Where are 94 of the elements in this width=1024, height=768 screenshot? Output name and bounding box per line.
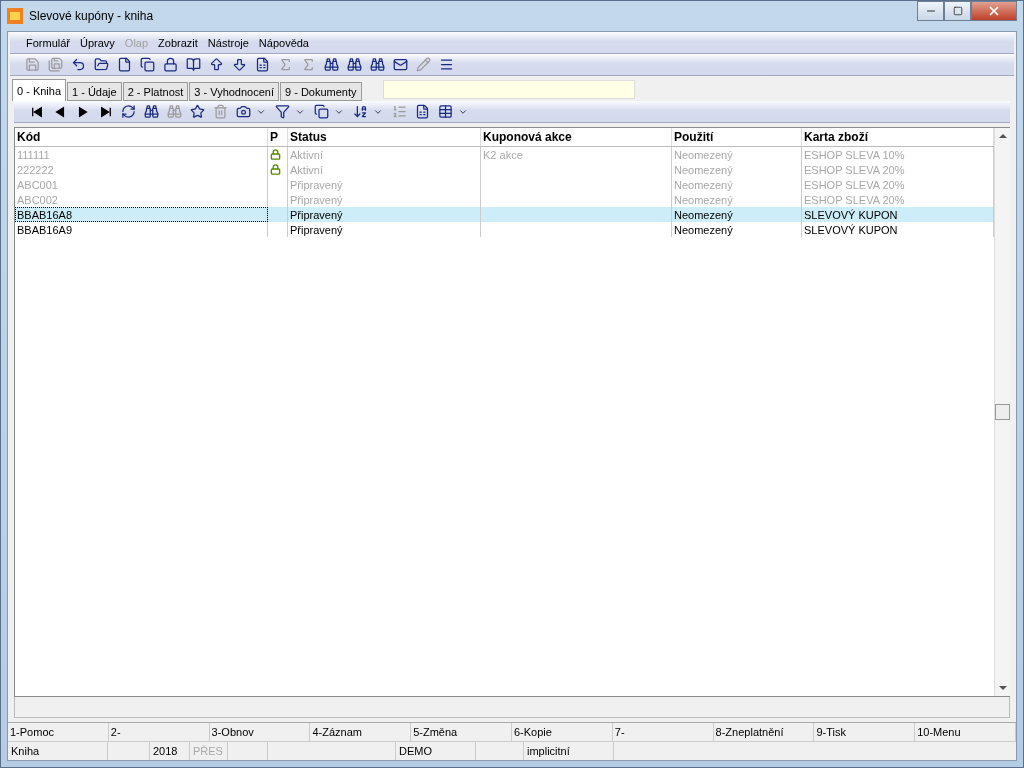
book-icon — [186, 57, 201, 72]
triangle-right-icon — [76, 105, 89, 118]
table-cell: Připravený — [288, 222, 481, 237]
function-key-button[interactable]: 8-Zneplatnění — [713, 723, 815, 741]
copy-icon — [314, 104, 329, 119]
scroll-down-icon[interactable] — [998, 684, 1007, 692]
maximize-icon — [952, 6, 963, 16]
function-key-button[interactable]: 6-Kopie — [512, 723, 613, 741]
tab[interactable]: 2 - Platnost — [122, 82, 189, 101]
table-cell: Aktivní — [288, 162, 481, 177]
triangle-right-icon — [99, 105, 112, 118]
table-cell: BBAB16A9 — [15, 222, 268, 237]
table-cell: ABC001 — [15, 177, 268, 192]
column-header[interactable]: Status — [288, 128, 481, 146]
table-cell: Neomezený — [672, 207, 802, 222]
arrow-up-icon — [209, 57, 224, 72]
table-cell: Připravený — [288, 177, 481, 192]
tab[interactable]: 0 - Kniha — [12, 79, 67, 101]
trash-icon — [213, 104, 228, 119]
binoculars-icon — [370, 57, 385, 72]
close-icon — [987, 4, 1001, 18]
menu-icon — [439, 57, 454, 72]
tab[interactable]: 1 - Údaje — [67, 82, 122, 101]
minimize-button[interactable] — [917, 1, 944, 21]
input-field[interactable] — [382, 80, 635, 99]
table-cell: Neomezený — [672, 147, 802, 162]
function-key-button[interactable]: 10-Menu — [915, 723, 1016, 741]
save-all-icon — [48, 57, 63, 72]
table-cell: Neomezený — [672, 177, 802, 192]
save-icon — [25, 57, 40, 72]
list-icon — [392, 104, 407, 119]
table-cell: BBAB16A8 — [15, 207, 268, 222]
undo-icon — [71, 57, 86, 72]
menu-item[interactable]: Zobrazit — [154, 36, 202, 49]
function-key-button[interactable]: 4-Záznam — [310, 723, 412, 741]
table-cell: Aktivní — [288, 147, 481, 162]
function-key-button[interactable]: 2- — [108, 723, 210, 741]
status-field: PŘES — [190, 742, 228, 760]
binoculars-icon — [324, 57, 339, 72]
refresh-icon — [121, 104, 136, 119]
column-header[interactable]: Kód — [15, 128, 268, 146]
function-key-button[interactable]: 9-Tisk — [814, 723, 916, 741]
scrollbar[interactable] — [994, 128, 1010, 696]
star-icon — [190, 104, 205, 119]
mail-icon — [393, 57, 408, 72]
status-field: DEMO — [396, 742, 476, 760]
menu-item[interactable]: Nápověda — [254, 36, 313, 49]
pencil-icon — [416, 57, 431, 72]
status-field: Kniha — [8, 742, 108, 760]
table-row[interactable]: BBAB16A8 Připravený Neomezený SLEVOVÝ KUPON — [15, 207, 994, 222]
table-icon — [438, 104, 453, 119]
file-icon — [117, 57, 132, 72]
tab[interactable]: 3 - Vyhodnocení — [189, 82, 279, 101]
copy-icon — [140, 57, 155, 72]
app-logo-icon — [7, 8, 23, 24]
spreadsheet-icon — [415, 104, 430, 119]
tab[interactable]: 9 - Dokumenty — [280, 82, 362, 101]
maximize-button[interactable] — [944, 1, 971, 21]
camera-icon — [236, 104, 251, 119]
function-key-button[interactable]: 3-Obnov — [209, 723, 311, 741]
status-field: 2018 — [150, 742, 190, 760]
folder-icon — [94, 57, 109, 72]
function-key-button[interactable]: 7- — [612, 723, 714, 741]
menu-item[interactable]: Nástroje — [203, 36, 253, 49]
table-cell: K2 akce — [481, 147, 672, 162]
window-title: Slevové kupóny - kniha — [29, 9, 155, 23]
table-cell: Neomezený — [672, 222, 802, 237]
triangle-left-icon — [30, 105, 43, 118]
status-field: implicitní — [524, 742, 614, 760]
lock-icon — [163, 57, 178, 72]
function-key-button[interactable]: 5-Změna — [411, 723, 512, 741]
column-header[interactable]: Použití — [672, 128, 802, 146]
sort-icon — [353, 104, 368, 119]
sigma-icon — [301, 57, 316, 72]
table-cell: Neomezený — [672, 162, 802, 177]
function-key-button[interactable]: 1-Pomoc — [8, 723, 109, 741]
scroll-up-icon[interactable] — [998, 132, 1007, 140]
table-cell: Připravený — [288, 207, 481, 222]
close-button[interactable] — [971, 1, 1017, 21]
arrow-down-icon — [232, 57, 247, 72]
table-cell: 222222 — [15, 162, 268, 177]
menu-item[interactable]: Úpravy — [76, 36, 119, 49]
filter-icon — [275, 104, 290, 119]
binoculars-icon — [144, 104, 159, 119]
binoculars-icon — [347, 57, 362, 72]
sigma-icon — [278, 57, 293, 72]
column-header[interactable]: P — [268, 128, 288, 146]
column-header[interactable]: Kuponová akce — [481, 128, 672, 146]
scroll-thumb[interactable] — [995, 404, 1010, 420]
table-cell: 111111 — [15, 147, 268, 162]
binoculars-icon — [167, 104, 182, 119]
menu-item[interactable]: Formulář — [22, 36, 74, 49]
spreadsheet-icon — [255, 57, 270, 72]
triangle-left-icon — [53, 105, 66, 118]
